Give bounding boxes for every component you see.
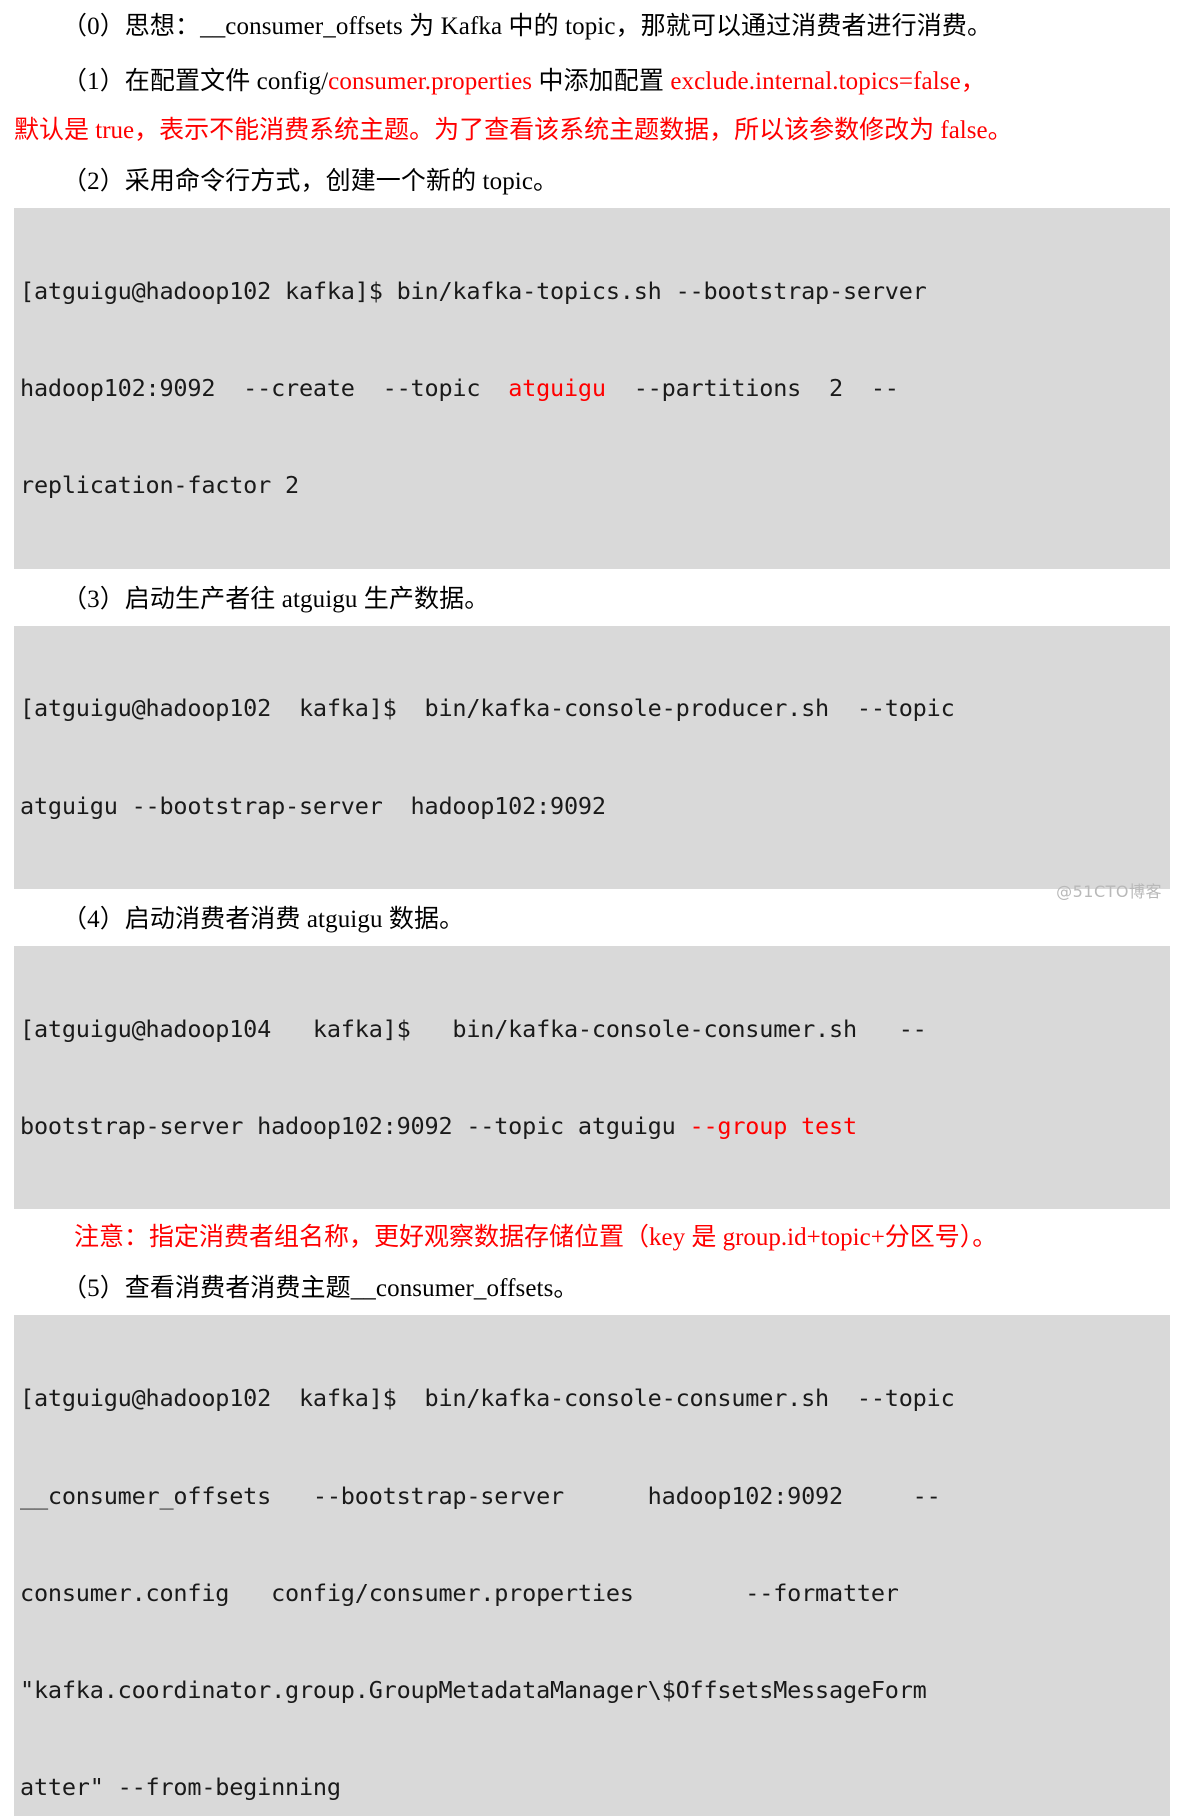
code-block-consumer-offsets: [atguigu@hadoop102 kafka]$ bin/kafka-con… — [14, 1315, 1170, 1816]
code-highlight-topic-name: atguigu — [508, 374, 606, 403]
step-1-segment-a: （1）在配置文件 config/ — [62, 68, 329, 95]
code-block-create-topic: [atguigu@hadoop102 kafka]$ bin/kafka-top… — [14, 208, 1170, 569]
code-line: replication-factor 2 — [20, 471, 299, 500]
code-line: [atguigu@hadoop102 kafka]$ bin/kafka-top… — [20, 276, 927, 305]
code-line: [atguigu@hadoop102 kafka]$ bin/kafka-con… — [20, 1384, 955, 1413]
watermark: @51CTO博客 — [1056, 882, 1162, 901]
code-segment: hadoop102:9092 --create --topic — [20, 374, 509, 403]
paragraph-step-1-line-1: （1）在配置文件 config/consumer.properties 中添加配… — [0, 65, 1184, 98]
code-line: "kafka.coordinator.group.GroupMetadataMa… — [20, 1676, 927, 1705]
code-line: hadoop102:9092 --create --topic atguigu … — [20, 372, 1164, 404]
document-page: （0）思想：__consumer_offsets 为 Kafka 中的 topi… — [0, 0, 1184, 1816]
step-1-segment-consumer-properties: consumer.properties — [328, 68, 533, 95]
paragraph-step-5: （5）查看消费者消费主题__consumer_offsets。 — [62, 1275, 579, 1303]
code-line: __consumer_offsets --bootstrap-server ha… — [20, 1481, 941, 1510]
code-line: [atguigu@hadoop104 kafka]$ bin/kafka-con… — [20, 1014, 927, 1043]
code-line: atguigu --bootstrap-server hadoop102:909… — [20, 791, 606, 820]
code-line: [atguigu@hadoop102 kafka]$ bin/kafka-con… — [20, 694, 955, 723]
paragraph-step-3: （3）启动生产者往 atguigu 生产数据。 — [62, 585, 490, 613]
code-block-console-consumer: [atguigu@hadoop104 kafka]$ bin/kafka-con… — [14, 946, 1170, 1210]
code-segment: bootstrap-server hadoop102:9092 --topic … — [20, 1112, 690, 1141]
code-highlight-group-test: --group test — [689, 1112, 858, 1141]
paragraph-step-0: （0）思想：__consumer_offsets 为 Kafka 中的 topi… — [62, 13, 993, 40]
code-line: atter" --from-beginning — [20, 1773, 341, 1802]
paragraph-note-consumer-group: 注意：指定消费者组名称，更好观察数据存储位置（key 是 group.id+to… — [74, 1224, 998, 1252]
code-line: bootstrap-server hadoop102:9092 --topic … — [20, 1110, 1164, 1142]
paragraph-step-1-line-2: 默认是 true，表示不能消费系统主题。为了查看该系统主题数据，所以该参数修改为… — [14, 117, 1013, 144]
code-block-console-producer: [atguigu@hadoop102 kafka]$ bin/kafka-con… — [14, 625, 1170, 890]
code-segment: --partitions 2 -- — [605, 374, 899, 403]
paragraph-step-2: （2）采用命令行方式，创建一个新的 topic。 — [62, 168, 559, 195]
code-line: consumer.config config/consumer.properti… — [20, 1578, 899, 1607]
step-1-segment-exclude-internal-topics: exclude.internal.topics=false， — [670, 68, 986, 95]
step-1-segment-c: 中添加配置 — [532, 68, 671, 95]
